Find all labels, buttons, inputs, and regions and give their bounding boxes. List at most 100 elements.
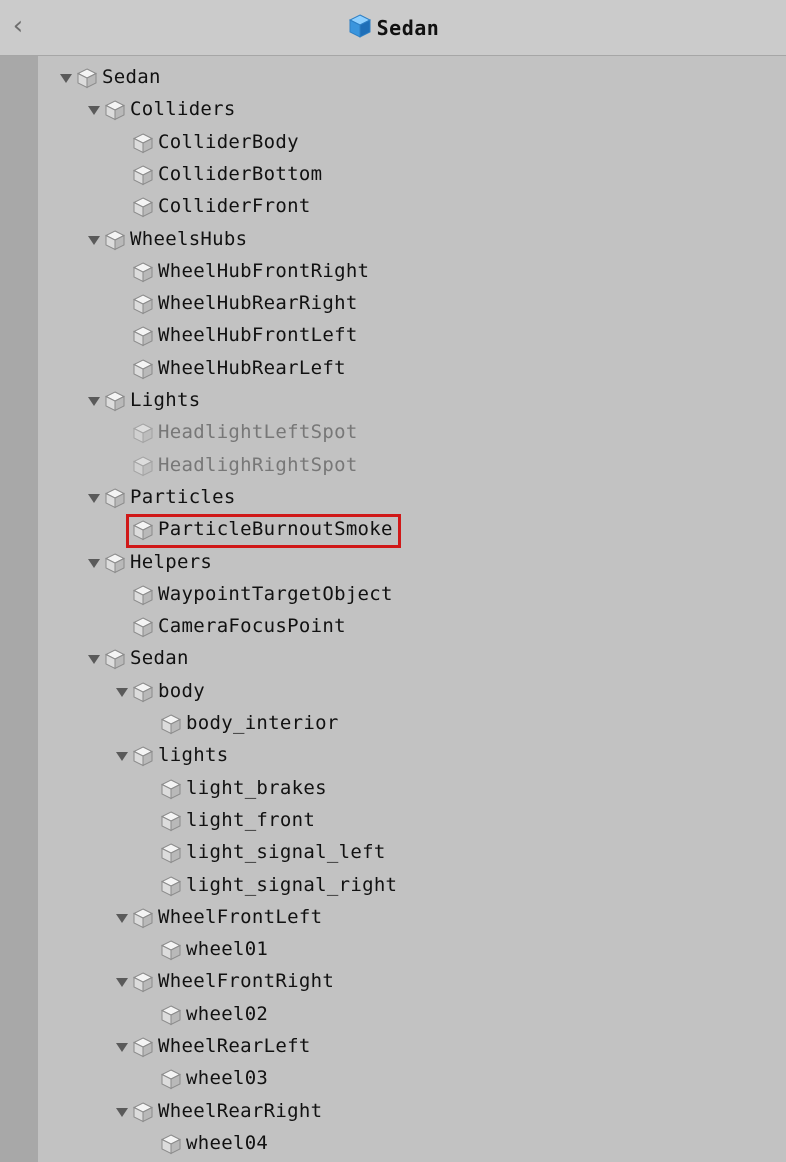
gameobject-cube-icon xyxy=(160,1004,182,1026)
hierarchy-item[interactable]: ColliderBody xyxy=(38,126,786,158)
hierarchy-item-label: light_signal_right xyxy=(186,873,398,896)
triangle-down-icon[interactable] xyxy=(116,978,128,988)
hierarchy-item[interactable]: ColliderFront xyxy=(38,190,786,222)
hierarchy-item[interactable]: lights xyxy=(38,739,786,771)
hierarchy-item-label: light_signal_left xyxy=(186,841,386,864)
gameobject-cube-icon xyxy=(160,1068,182,1090)
hierarchy-item-label: Helpers xyxy=(130,550,213,573)
hierarchy-item-label: Sedan xyxy=(130,647,189,670)
gameobject-cube-icon xyxy=(132,164,154,186)
hierarchy-item[interactable]: wheel02 xyxy=(38,998,786,1030)
hierarchy-item[interactable]: light_brakes xyxy=(38,772,786,804)
hierarchy-item-label: CameraFocusPoint xyxy=(158,615,346,638)
hierarchy-item[interactable]: WheelsHubs xyxy=(38,223,786,255)
gameobject-cube-icon xyxy=(132,1036,154,1058)
triangle-down-icon[interactable] xyxy=(116,687,128,697)
gameobject-cube-icon xyxy=(132,455,154,477)
prefab-title: Sedan xyxy=(0,14,786,42)
hierarchy-item[interactable]: ColliderBottom xyxy=(38,158,786,190)
hierarchy-item-label: HeadlighRightSpot xyxy=(158,453,358,476)
gameobject-cube-icon xyxy=(132,358,154,380)
gameobject-cube-icon xyxy=(132,971,154,993)
hierarchy-item-label: Colliders xyxy=(130,98,236,121)
hierarchy-item-label: ParticleBurnoutSmoke xyxy=(158,518,393,541)
prefab-title-text: Sedan xyxy=(376,16,440,40)
gameobject-cube-icon xyxy=(160,810,182,832)
hierarchy-item[interactable]: wheel01 xyxy=(38,933,786,965)
hierarchy-item[interactable]: HeadlightLeftSpot xyxy=(38,416,786,448)
hierarchy-item[interactable]: Helpers xyxy=(38,546,786,578)
prefab-cube-icon xyxy=(347,13,373,43)
hierarchy-item[interactable]: WheelRearLeft xyxy=(38,1030,786,1062)
hierarchy-item[interactable]: light_signal_left xyxy=(38,836,786,868)
gameobject-cube-icon xyxy=(104,552,126,574)
hierarchy-item-label: wheel02 xyxy=(186,1002,269,1025)
hierarchy-item-label: WheelHubFrontLeft xyxy=(158,324,358,347)
hierarchy-item[interactable]: body xyxy=(38,675,786,707)
hierarchy-item[interactable]: Colliders xyxy=(38,93,786,125)
hierarchy-item[interactable]: HeadlighRightSpot xyxy=(38,449,786,481)
hierarchy-item[interactable]: ParticleBurnoutSmoke xyxy=(38,513,786,545)
gameobject-cube-icon xyxy=(160,842,182,864)
triangle-down-icon[interactable] xyxy=(88,655,100,665)
hierarchy-item[interactable]: WheelHubRearRight xyxy=(38,287,786,319)
hierarchy-item-label: ColliderFront xyxy=(158,195,311,218)
hierarchy-item[interactable]: WheelFrontLeft xyxy=(38,901,786,933)
hierarchy-item[interactable]: light_signal_right xyxy=(38,869,786,901)
hierarchy-item[interactable]: body_interior xyxy=(38,707,786,739)
triangle-down-icon[interactable] xyxy=(116,752,128,762)
gameobject-cube-icon xyxy=(160,713,182,735)
hierarchy-item-label: WaypointTargetObject xyxy=(158,582,393,605)
hierarchy-item[interactable]: WheelFrontRight xyxy=(38,965,786,997)
hierarchy-item-label: wheel01 xyxy=(186,938,269,961)
gameobject-cube-icon xyxy=(132,907,154,929)
triangle-down-icon[interactable] xyxy=(60,74,72,83)
gameobject-cube-icon xyxy=(132,584,154,606)
hierarchy-item-label: light_brakes xyxy=(186,776,327,799)
gameobject-cube-icon xyxy=(132,132,154,154)
hierarchy-item-label: HeadlightLeftSpot xyxy=(158,421,358,444)
hierarchy-item[interactable]: Sedan xyxy=(38,642,786,674)
hierarchy-item-label: lights xyxy=(158,744,229,767)
triangle-down-icon[interactable] xyxy=(88,493,100,503)
hierarchy-item-label: wheel03 xyxy=(186,1067,269,1090)
hierarchy-item-label: ColliderBottom xyxy=(158,162,323,185)
hierarchy-item[interactable]: WheelHubFrontRight xyxy=(38,255,786,287)
gameobject-cube-icon xyxy=(132,1101,154,1123)
triangle-down-icon[interactable] xyxy=(88,558,100,568)
triangle-down-icon[interactable] xyxy=(116,913,128,923)
hierarchy-tree: Sedan Colliders ColliderBody ColliderBottom… xyxy=(38,56,786,1162)
triangle-down-icon[interactable] xyxy=(88,397,100,406)
triangle-down-icon[interactable] xyxy=(88,106,100,116)
triangle-down-icon[interactable] xyxy=(116,1043,128,1052)
hierarchy-item[interactable]: WheelRearRight xyxy=(38,1095,786,1127)
hierarchy-item[interactable]: Particles xyxy=(38,481,786,513)
gameobject-cube-icon xyxy=(160,875,182,897)
hierarchy-item-label: WheelRearLeft xyxy=(158,1035,311,1057)
gameobject-cube-icon xyxy=(104,99,126,121)
hierarchy-item[interactable]: Lights xyxy=(38,384,786,416)
gameobject-cube-icon xyxy=(132,616,154,638)
gameobject-cube-icon xyxy=(132,261,154,283)
hierarchy-item-label: WheelFrontRight xyxy=(158,970,335,993)
gameobject-cube-icon xyxy=(76,67,98,89)
hierarchy-item[interactable]: WheelHubFrontLeft xyxy=(38,319,786,351)
hierarchy-item-label: ColliderBody xyxy=(158,130,299,153)
hierarchy-item[interactable]: CameraFocusPoint xyxy=(38,610,786,642)
gameobject-cube-icon xyxy=(132,422,154,444)
hierarchy-item[interactable]: wheel03 xyxy=(38,1062,786,1094)
hierarchy-item-label: body xyxy=(158,679,205,702)
hierarchy-item[interactable]: wheel04 xyxy=(38,1127,786,1159)
triangle-down-icon[interactable] xyxy=(116,1107,128,1117)
gameobject-cube-icon xyxy=(132,745,154,767)
hierarchy-item[interactable]: WaypointTargetObject xyxy=(38,578,786,610)
hierarchy-item-label: body_interior xyxy=(186,712,339,734)
gameobject-cube-icon xyxy=(132,681,154,703)
triangle-down-icon[interactable] xyxy=(88,235,100,245)
hierarchy-item[interactable]: light_front xyxy=(38,804,786,836)
hierarchy-item[interactable]: WheelHubRearLeft xyxy=(38,352,786,384)
gameobject-cube-icon xyxy=(104,487,126,509)
hierarchy-item[interactable]: Sedan xyxy=(38,61,786,93)
hierarchy-item-label: WheelRearRight xyxy=(158,1099,323,1122)
gameobject-cube-icon xyxy=(132,325,154,347)
